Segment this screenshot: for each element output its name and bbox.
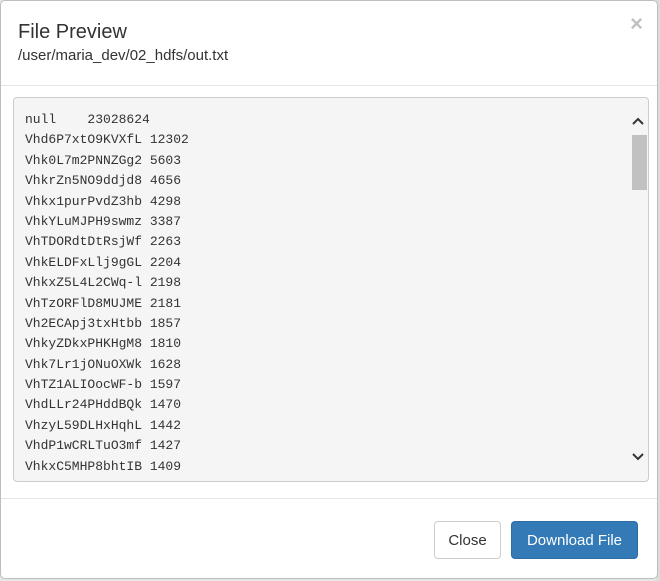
file-line: VhdLLr24PHddBQk 1470 xyxy=(25,397,182,413)
file-line: Vhk0L7m2PNNZGg2 5603 xyxy=(25,152,182,168)
file-line: VhkYLuMJPH9swmz 3387 xyxy=(25,213,182,229)
file-line: VhkxC5MHP8bhtIB 1409 xyxy=(25,458,182,474)
file-line: Vhk7Lr1jONuOXWk 1628 xyxy=(25,356,182,372)
download-file-button[interactable]: Download File xyxy=(511,521,638,559)
file-line: VhkrZn5NO9ddjd8 4656 xyxy=(25,173,182,189)
close-icon[interactable]: × xyxy=(630,13,643,35)
file-line: VhkyZDkxPHKHgM8 1810 xyxy=(25,336,182,352)
file-line: VhzyL59DLHxHqhL 1442 xyxy=(25,417,182,433)
file-line: VhTDORdtDtRsjWf 2263 xyxy=(25,234,182,250)
scroll-down-icon[interactable] xyxy=(629,449,647,465)
close-button[interactable]: Close xyxy=(434,521,501,559)
scroll-up-icon[interactable] xyxy=(629,113,647,129)
file-content-area[interactable]: null 23028624 Vhd6P7xtO9KVXfL 12302 Vhk0L7… xyxy=(13,97,649,482)
modal-footer: Close Download File xyxy=(1,498,657,578)
file-line: null 23028624 xyxy=(25,112,150,127)
modal-title: File Preview xyxy=(18,21,127,43)
scroll-thumb[interactable] xyxy=(632,135,647,190)
modal-header: File Preview /user/maria_dev/02_hdfs/out… xyxy=(1,1,657,86)
file-preview-modal: File Preview /user/maria_dev/02_hdfs/out… xyxy=(0,0,658,579)
file-line: VhkxZ5L4L2CWq-l 2198 xyxy=(25,275,182,291)
file-line: VhTZ1ALIOocWF-b 1597 xyxy=(25,377,182,393)
file-line: VhdP1wCRLTuO3mf 1427 xyxy=(25,438,182,454)
file-line: Vh2ECApj3txHtbb 1857 xyxy=(25,315,182,331)
file-line: Vhkx1purPvdZ3hb 4298 xyxy=(25,193,182,209)
file-content-text: null 23028624 Vhd6P7xtO9KVXfL 12302 Vhk0L7… xyxy=(25,110,624,481)
file-line: VhkELDFxLlj9gGL 2204 xyxy=(25,254,182,270)
vertical-scrollbar[interactable] xyxy=(629,109,647,469)
file-line: Vhd6P7xtO9KVXfL 12302 xyxy=(25,132,189,148)
file-line: VhTzORFlD8MUJME 2181 xyxy=(25,295,182,311)
file-path: /user/maria_dev/02_hdfs/out.txt xyxy=(18,47,229,64)
